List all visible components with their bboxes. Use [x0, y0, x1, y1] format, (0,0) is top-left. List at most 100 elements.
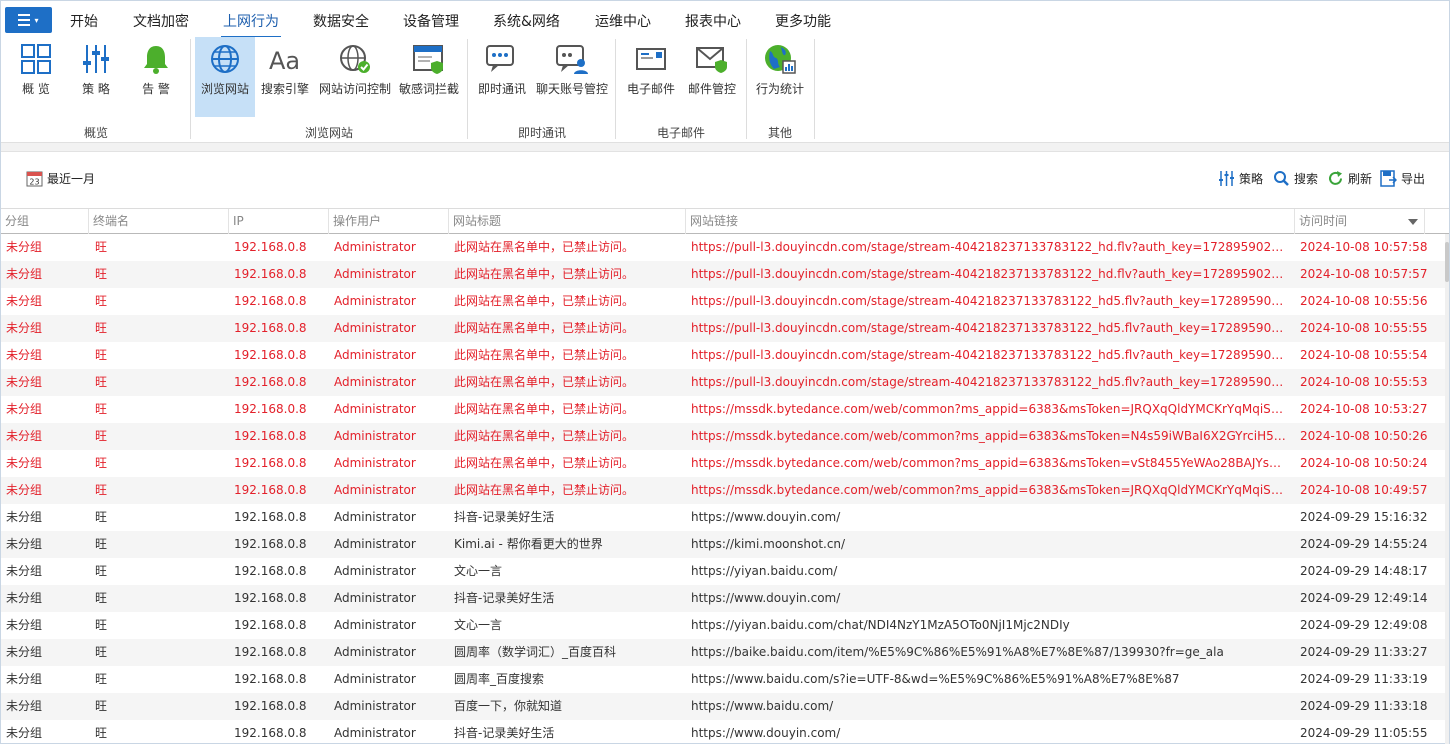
table-row[interactable]: 未分组 旺 192.168.0.8 Administrator 此网站在黑名单中，已禁止… — [1, 423, 1445, 450]
cell-group: 未分组 — [6, 564, 43, 578]
menu-tab-more[interactable]: 更多功能 — [775, 11, 831, 31]
menu-tab-start[interactable]: 开始 — [70, 11, 98, 31]
cell-terminal: 旺 — [95, 402, 108, 416]
table-row[interactable]: 未分组 旺 192.168.0.8 Administrator 文心一言 https://… — [1, 612, 1445, 639]
cell-terminal: 旺 — [95, 321, 108, 335]
cell-url: https://pull-l3.douyincdn.com/stage/stre… — [691, 375, 1288, 389]
table-row[interactable]: 未分组 旺 192.168.0.8 Administrator 此网站在黑名单中，已禁止… — [1, 450, 1445, 477]
export-button[interactable]: 导出 — [1380, 170, 1425, 187]
search-engine-button[interactable]: Aa 搜索引擎 — [257, 37, 313, 117]
cell-terminal: 旺 — [95, 483, 108, 497]
date-range-selector[interactable]: 23 最近一月 — [26, 170, 95, 187]
cell-title: 此网站在黑名单中，已禁止访问。 — [454, 402, 635, 416]
cell-user: Administrator — [334, 294, 416, 308]
cell-group: 未分组 — [6, 483, 43, 497]
table-row[interactable]: 未分组 旺 192.168.0.8 Administrator 圆周率_百度搜索 http… — [1, 666, 1445, 693]
policy-button[interactable]: 策 略 — [71, 37, 121, 117]
behavior-statistics-button[interactable]: 行为统计 — [751, 37, 809, 117]
cell-title: 圆周率_百度搜索 — [454, 672, 545, 686]
cell-terminal: 旺 — [95, 456, 108, 470]
table-row[interactable]: 未分组 旺 192.168.0.8 Administrator 此网站在黑名单中，已禁止… — [1, 342, 1445, 369]
menu-tab-report-center[interactable]: 报表中心 — [685, 11, 741, 31]
cell-user: Administrator — [334, 645, 416, 659]
overview-button[interactable]: 概 览 — [11, 37, 61, 117]
cell-user: Administrator — [334, 618, 416, 632]
alert-button[interactable]: 告 警 — [131, 37, 181, 117]
cell-title: 百度一下，你就知道 — [454, 699, 563, 713]
cell-ip: 192.168.0.8 — [234, 375, 307, 389]
app-menu-button[interactable]: ▾ — [5, 7, 52, 33]
cell-ip: 192.168.0.8 — [234, 699, 307, 713]
cell-user: Administrator — [334, 591, 416, 605]
cell-time: 2024-09-29 11:33:19 — [1300, 672, 1428, 686]
menu-tab-ops-center[interactable]: 运维中心 — [595, 11, 651, 31]
cell-group: 未分组 — [6, 456, 43, 470]
chat-account-control-button[interactable]: 聊天账号管控 — [534, 37, 610, 117]
cell-terminal: 旺 — [95, 294, 108, 308]
sort-descending-icon — [1408, 219, 1418, 225]
table-row[interactable]: 未分组 旺 192.168.0.8 Administrator 抖音-记录美好生活 htt… — [1, 720, 1445, 744]
table-row[interactable]: 未分组 旺 192.168.0.8 Administrator 此网站在黑名单中，已禁止… — [1, 369, 1445, 396]
column-header-ip[interactable]: IP — [229, 209, 329, 234]
table-row[interactable]: 未分组 旺 192.168.0.8 Administrator 文心一言 https://… — [1, 558, 1445, 585]
table-row[interactable]: 未分组 旺 192.168.0.8 Administrator 圆周率（数学词汇）_百度… — [1, 639, 1445, 666]
table-row[interactable]: 未分组 旺 192.168.0.8 Administrator 抖音-记录美好生活 htt… — [1, 504, 1445, 531]
cell-group: 未分组 — [6, 510, 43, 524]
menu-tab-system-network[interactable]: 系统&网络 — [493, 11, 560, 31]
vertical-scrollbar[interactable] — [1445, 234, 1449, 744]
sensitive-word-block-button[interactable]: 敏感词拦截 — [397, 37, 461, 117]
table-row[interactable]: 未分组 旺 192.168.0.8 Administrator 此网站在黑名单中，已禁止… — [1, 261, 1445, 288]
cell-terminal: 旺 — [95, 267, 108, 281]
cell-terminal: 旺 — [95, 429, 108, 443]
table-row[interactable]: 未分组 旺 192.168.0.8 Administrator 此网站在黑名单中，已禁止… — [1, 477, 1445, 504]
table-row[interactable]: 未分组 旺 192.168.0.8 Administrator 百度一下，你就知道 htt… — [1, 693, 1445, 720]
table-row[interactable]: 未分组 旺 192.168.0.8 Administrator 此网站在黑名单中，已禁止… — [1, 288, 1445, 315]
email-control-button[interactable]: 邮件管控 — [683, 37, 741, 117]
refresh-button[interactable]: 刷新 — [1327, 170, 1372, 187]
cell-url: https://pull-l3.douyincdn.com/stage/stre… — [691, 294, 1288, 308]
cell-url: https://www.douyin.com/ — [691, 510, 841, 524]
cell-url: https://www.baidu.com/s?ie=UTF-8&wd=%E5%… — [691, 672, 1180, 686]
table-row[interactable]: 未分组 旺 192.168.0.8 Administrator 抖音-记录美好生活 htt… — [1, 585, 1445, 612]
font-icon: Aa — [269, 47, 300, 75]
cell-ip: 192.168.0.8 — [234, 672, 307, 686]
column-header-visit-time[interactable]: 访问时间 — [1295, 209, 1425, 234]
menu-tab-doc-encryption[interactable]: 文档加密 — [133, 11, 189, 31]
cell-user: Administrator — [334, 483, 416, 497]
cell-title: 抖音-记录美好生活 — [454, 591, 555, 605]
instant-messaging-button[interactable]: 即时通讯 — [473, 37, 531, 117]
table-row[interactable]: 未分组 旺 192.168.0.8 Administrator 此网站在黑名单中，已禁止… — [1, 315, 1445, 342]
cell-time: 2024-10-08 10:53:27 — [1300, 402, 1428, 416]
table-row[interactable]: 未分组 旺 192.168.0.8 Administrator Kimi.ai - 帮你… — [1, 531, 1445, 558]
column-header-url[interactable]: 网站链接 — [686, 209, 1295, 234]
column-header-terminal[interactable]: 终端名 — [89, 209, 229, 234]
table-row[interactable]: 未分组 旺 192.168.0.8 Administrator 此网站在黑名单中，已禁止… — [1, 396, 1445, 423]
globe-chart-icon — [765, 45, 796, 74]
ribbon-separator — [190, 39, 191, 139]
cell-user: Administrator — [334, 456, 416, 470]
cell-time: 2024-10-08 10:57:58 — [1300, 240, 1428, 254]
cell-title: 圆周率（数学词汇）_百度百科 — [454, 645, 617, 659]
ribbon-separator — [746, 39, 747, 139]
policy-toolbar-button[interactable]: 策略 — [1218, 170, 1263, 187]
cell-title: 此网站在黑名单中，已禁止访问。 — [454, 267, 635, 281]
menu-bar: ▾ 开始 文档加密 上网行为 数据安全 设备管理 系统&网络 运维中心 报表中心… — [1, 1, 1449, 38]
column-header-user[interactable]: 操作用户 — [329, 209, 449, 234]
cell-url: https://yiyan.baidu.com/chat/NDI4NzY1MzA… — [691, 618, 1070, 632]
column-header-title[interactable]: 网站标题 — [449, 209, 686, 234]
cell-user: Administrator — [334, 537, 416, 551]
column-header-group[interactable]: 分组 — [1, 209, 89, 234]
menu-tab-internet-behavior[interactable]: 上网行为 — [221, 11, 281, 38]
browse-website-button[interactable]: 浏览网站 — [195, 37, 255, 117]
menu-tab-device-management[interactable]: 设备管理 — [403, 11, 459, 31]
website-access-control-button[interactable]: 网站访问控制 — [317, 37, 393, 117]
scrollbar-thumb[interactable] — [1445, 242, 1449, 282]
cell-time: 2024-09-29 14:55:24 — [1300, 537, 1428, 551]
menu-tab-data-security[interactable]: 数据安全 — [313, 11, 369, 31]
chat-user-icon — [556, 45, 588, 74]
email-button[interactable]: 电子邮件 — [621, 37, 681, 117]
table-row[interactable]: 未分组 旺 192.168.0.8 Administrator 此网站在黑名单中，已禁止… — [1, 234, 1445, 261]
cell-time: 2024-10-08 10:55:53 — [1300, 375, 1428, 389]
overview-icon — [21, 44, 51, 74]
search-button[interactable]: 搜索 — [1273, 170, 1318, 187]
